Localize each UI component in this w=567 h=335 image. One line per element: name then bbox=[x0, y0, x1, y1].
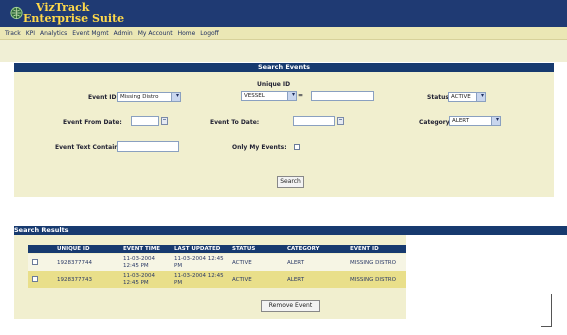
col-category[interactable]: CATEGORY bbox=[287, 245, 319, 253]
unique-id-type-value: VESSEL bbox=[244, 93, 265, 99]
table-row[interactable]: 1928377744 11-03-2004 12:45 PM 11-03-200… bbox=[28, 254, 406, 271]
col-status[interactable]: STATUS bbox=[232, 245, 255, 253]
calendar-icon[interactable] bbox=[161, 117, 168, 125]
event-text-input[interactable] bbox=[117, 141, 179, 152]
window-resize-corner bbox=[541, 326, 552, 327]
unique-id-type-select[interactable]: VESSEL ▾ bbox=[241, 91, 297, 101]
calendar-icon[interactable] bbox=[337, 117, 344, 125]
nav-kpi[interactable]: KPI bbox=[26, 30, 35, 37]
event-text-contains-label: Event Text Contains: bbox=[55, 144, 125, 151]
nav-home[interactable]: Home bbox=[178, 30, 196, 37]
row-last-updated-time: PM bbox=[174, 280, 183, 286]
globe-logo-icon bbox=[10, 6, 23, 20]
chevron-down-icon: ▾ bbox=[175, 92, 179, 99]
event-to-date-label: Event To Date: bbox=[210, 119, 260, 126]
row-category: ALERT bbox=[287, 260, 305, 266]
row-status: ACTIVE bbox=[232, 260, 252, 266]
category-label: Category bbox=[419, 119, 450, 126]
event-id-label: Event ID: bbox=[88, 94, 119, 101]
event-from-date-label: Event From Date: bbox=[63, 119, 122, 126]
search-button[interactable]: Search bbox=[277, 176, 304, 188]
status-select[interactable]: ACTIVE ▾ bbox=[448, 92, 486, 102]
row-event-time-date: 11-03-2004 bbox=[123, 256, 155, 262]
nav-admin[interactable]: Admin bbox=[114, 30, 133, 37]
status-value: ACTIVE bbox=[451, 94, 471, 100]
col-event-id[interactable]: EVENT ID bbox=[350, 245, 379, 253]
results-header: Search Results bbox=[14, 226, 567, 235]
event-to-date-input[interactable] bbox=[293, 116, 335, 126]
only-my-events-label: Only My Events: bbox=[232, 144, 287, 151]
unique-id-input[interactable] bbox=[311, 91, 374, 101]
table-row[interactable]: 1928377743 11-03-2004 12:45 PM 11-03-200… bbox=[28, 271, 406, 288]
chevron-down-icon: ▾ bbox=[495, 116, 499, 123]
category-value: ALERT bbox=[452, 118, 470, 124]
chevron-down-icon: ▾ bbox=[480, 92, 484, 99]
results-table-header: UNIQUE ID EVENT TIME LAST UPDATED STATUS… bbox=[28, 245, 406, 253]
unique-id-separator: = bbox=[298, 92, 304, 99]
nav-logoff[interactable]: Logoff bbox=[200, 30, 219, 37]
app-title-line2: Enterprise Suite bbox=[23, 12, 125, 25]
row-status: ACTIVE bbox=[232, 277, 252, 283]
remove-event-button[interactable]: Remove Event bbox=[261, 300, 320, 312]
event-id-value: Missing Distro bbox=[120, 94, 159, 100]
col-event-time[interactable]: EVENT TIME bbox=[123, 245, 160, 253]
row-unique-id: 1928377744 bbox=[57, 260, 92, 266]
event-id-select[interactable]: Missing Distro ▾ bbox=[117, 92, 181, 102]
row-category: ALERT bbox=[287, 277, 305, 283]
col-last-updated[interactable]: LAST UPDATED bbox=[174, 245, 220, 253]
main-nav: Track KPI Analytics Event Mgmt Admin My … bbox=[0, 27, 567, 40]
row-last-updated-time: PM bbox=[174, 263, 183, 269]
search-panel-header: Search Events bbox=[14, 63, 554, 72]
row-event-id: MISSING DISTRO bbox=[350, 277, 396, 283]
chevron-down-icon: ▾ bbox=[291, 91, 295, 98]
nav-track[interactable]: Track bbox=[5, 30, 21, 37]
row-unique-id: 1928377743 bbox=[57, 277, 92, 283]
window-resize-edge bbox=[551, 294, 552, 327]
only-my-events-checkbox[interactable] bbox=[294, 144, 300, 150]
row-last-updated-date: 11-03-2004 12:45 bbox=[174, 256, 224, 262]
row-select-checkbox[interactable] bbox=[32, 259, 38, 265]
nav-my-account[interactable]: My Account bbox=[138, 30, 173, 37]
col-unique-id[interactable]: UNIQUE ID bbox=[57, 245, 90, 253]
row-event-time-time: 12:45 PM bbox=[123, 280, 149, 286]
row-select-checkbox[interactable] bbox=[32, 276, 38, 282]
unique-id-label: Unique ID bbox=[257, 81, 291, 88]
nav-analytics[interactable]: Analytics bbox=[40, 30, 67, 37]
nav-event-mgmt[interactable]: Event Mgmt bbox=[72, 30, 108, 37]
row-event-time-time: 12:45 PM bbox=[123, 263, 149, 269]
row-last-updated-date: 11-03-2004 12:45 bbox=[174, 273, 224, 279]
row-event-time-date: 11-03-2004 bbox=[123, 273, 155, 279]
header-band bbox=[0, 40, 567, 62]
event-from-date-input[interactable] bbox=[131, 116, 159, 126]
row-event-id: MISSING DISTRO bbox=[350, 260, 396, 266]
category-select[interactable]: ALERT ▾ bbox=[449, 116, 501, 126]
app-header: VizTrack Enterprise Suite bbox=[0, 0, 567, 27]
